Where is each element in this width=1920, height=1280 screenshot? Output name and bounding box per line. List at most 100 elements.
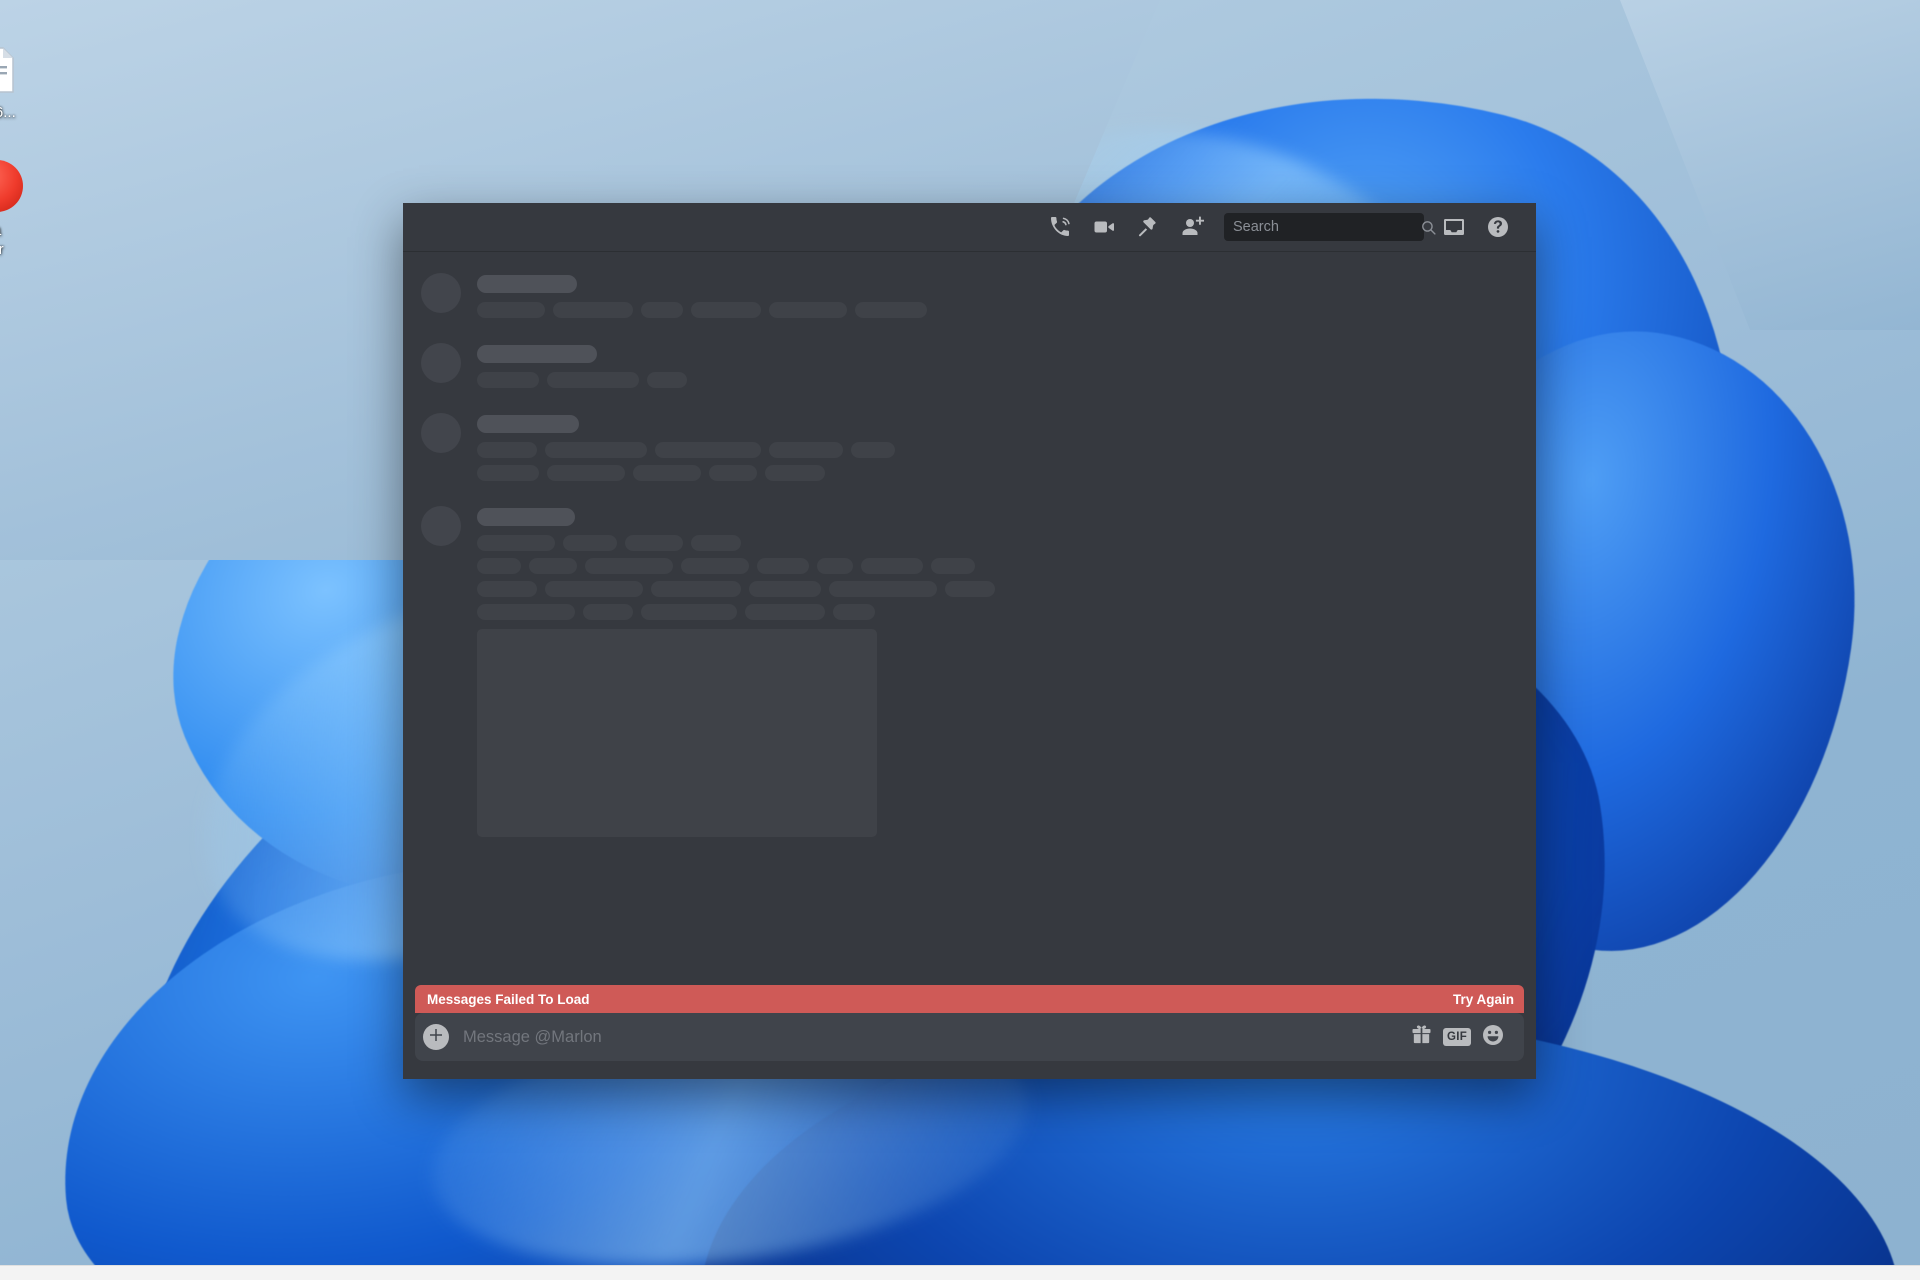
wallpaper-background-panel — [1620, 0, 1920, 330]
pin-icon — [1136, 215, 1160, 239]
question-mark-circle-icon — [1486, 215, 1510, 239]
inbox-button[interactable] — [1434, 207, 1474, 247]
word-placeholder — [691, 535, 741, 551]
word-placeholder — [829, 581, 937, 597]
word-placeholder — [477, 302, 545, 318]
word-placeholder — [817, 558, 853, 574]
start-voice-call-button[interactable] — [1040, 207, 1080, 247]
attach-file-button[interactable] — [423, 1024, 449, 1050]
word-placeholder — [583, 604, 633, 620]
word-placeholder — [477, 372, 539, 388]
word-placeholder — [477, 558, 521, 574]
message-line-placeholder — [477, 465, 1520, 481]
word-placeholder — [851, 442, 895, 458]
desktop-icon-label: a er — [0, 222, 4, 258]
message-skeleton-group — [403, 264, 1536, 334]
message-input[interactable] — [463, 1027, 1402, 1047]
error-banner-message: Messages Failed To Load — [427, 991, 590, 1007]
message-list-skeleton[interactable] — [403, 252, 1536, 985]
word-placeholder — [625, 535, 683, 551]
word-placeholder — [833, 604, 875, 620]
word-placeholder — [655, 442, 761, 458]
message-line-placeholder — [477, 581, 1520, 597]
username-placeholder — [477, 508, 575, 526]
message-line-placeholder — [477, 372, 1520, 388]
desktop-icon-document[interactable]: 016... — [0, 42, 42, 122]
word-placeholder — [681, 558, 749, 574]
gift-button[interactable] — [1404, 1020, 1438, 1054]
word-placeholder — [477, 604, 575, 620]
word-placeholder — [547, 465, 625, 481]
phone-call-icon — [1048, 215, 1072, 239]
message-composer[interactable]: GIF — [415, 1013, 1524, 1061]
add-friends-button[interactable] — [1172, 207, 1212, 247]
word-placeholder — [477, 442, 537, 458]
word-placeholder — [945, 581, 995, 597]
desktop-icon-label: 016... — [0, 104, 16, 121]
help-button[interactable] — [1478, 207, 1518, 247]
message-line-placeholder — [477, 302, 1520, 318]
avatar-placeholder — [421, 273, 461, 313]
username-placeholder — [477, 415, 579, 433]
word-placeholder — [691, 302, 761, 318]
windows-taskbar[interactable] — [0, 1265, 1920, 1280]
attachment-placeholder — [477, 629, 877, 837]
word-placeholder — [749, 581, 821, 597]
gif-badge-icon: GIF — [1442, 1028, 1472, 1046]
word-placeholder — [647, 372, 687, 388]
word-placeholder — [547, 372, 639, 388]
gift-icon — [1410, 1023, 1433, 1051]
plus-circle-icon — [427, 1026, 445, 1049]
word-placeholder — [545, 581, 643, 597]
video-camera-icon — [1092, 215, 1116, 239]
word-placeholder — [769, 302, 847, 318]
add-person-icon — [1180, 215, 1204, 239]
avatar-placeholder — [421, 413, 461, 453]
message-skeleton-body — [477, 506, 1520, 837]
message-skeleton-body — [477, 273, 1520, 325]
word-placeholder — [633, 465, 701, 481]
pinned-messages-button[interactable] — [1128, 207, 1168, 247]
gif-picker-button[interactable]: GIF — [1440, 1020, 1474, 1054]
message-skeleton-group — [403, 497, 1536, 846]
word-placeholder — [651, 581, 741, 597]
word-placeholder — [769, 442, 843, 458]
search-box[interactable] — [1224, 213, 1436, 241]
word-placeholder — [757, 558, 809, 574]
desktop-icon-app[interactable]: a er — [0, 160, 42, 259]
message-line-placeholder — [477, 535, 1520, 551]
word-placeholder — [855, 302, 927, 318]
word-placeholder — [745, 604, 825, 620]
username-placeholder — [477, 275, 577, 293]
word-placeholder — [477, 465, 539, 481]
red-circle-app-icon — [0, 160, 25, 216]
start-video-call-button[interactable] — [1084, 207, 1124, 247]
chat-header-toolbar — [403, 203, 1536, 252]
word-placeholder — [765, 465, 825, 481]
word-placeholder — [563, 535, 617, 551]
word-placeholder — [709, 465, 757, 481]
discord-chat-window: Messages Failed To Load Try Again — [403, 203, 1536, 1079]
message-skeleton-body — [477, 413, 1520, 488]
smiley-face-icon — [1481, 1023, 1505, 1052]
try-again-button[interactable]: Try Again — [1453, 992, 1514, 1007]
search-input[interactable] — [1233, 219, 1420, 235]
word-placeholder — [641, 604, 737, 620]
message-line-placeholder — [477, 558, 1520, 574]
error-banner: Messages Failed To Load Try Again — [415, 985, 1524, 1013]
word-placeholder — [545, 442, 647, 458]
message-line-placeholder — [477, 604, 1520, 620]
word-placeholder — [585, 558, 673, 574]
emoji-picker-button[interactable] — [1476, 1020, 1510, 1054]
word-placeholder — [477, 581, 537, 597]
word-placeholder — [931, 558, 975, 574]
message-skeleton-group — [403, 334, 1536, 404]
message-composer-area: GIF — [403, 1013, 1536, 1079]
word-placeholder — [477, 535, 555, 551]
word-placeholder — [529, 558, 577, 574]
inbox-tray-icon — [1442, 215, 1466, 239]
document-icon — [0, 42, 25, 98]
message-skeleton-body — [477, 343, 1520, 395]
avatar-placeholder — [421, 343, 461, 383]
avatar-placeholder — [421, 506, 461, 546]
